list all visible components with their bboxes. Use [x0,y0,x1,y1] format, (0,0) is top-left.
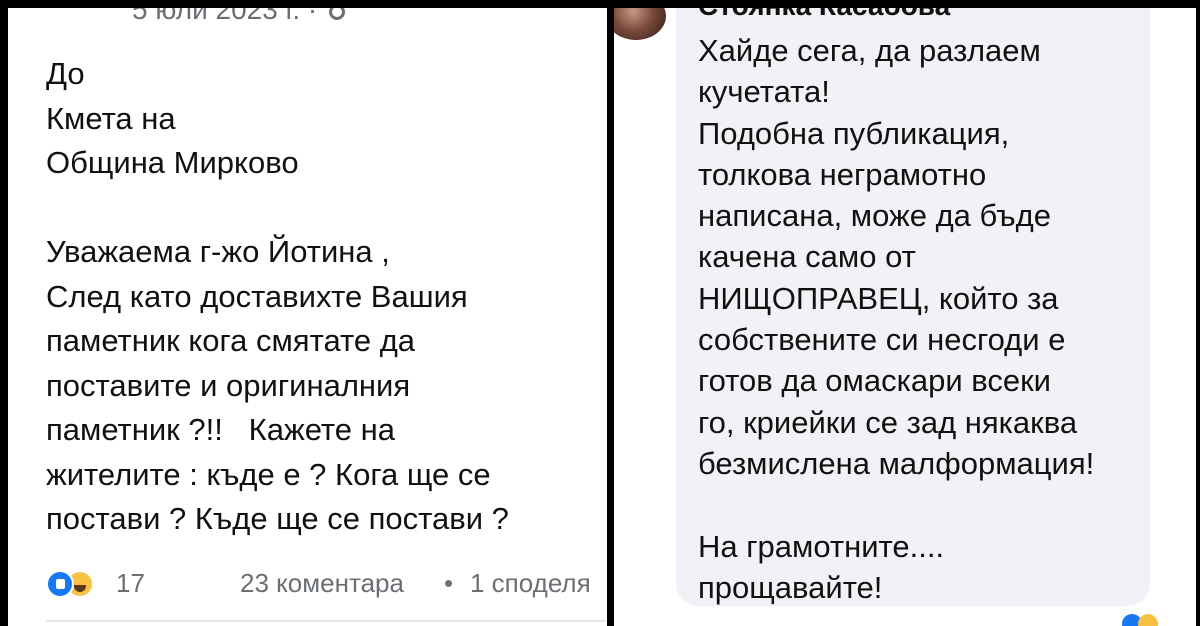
separator-dot: • [444,568,454,598]
post-timestamp[interactable]: 5 юли 2023 г. · [132,8,346,26]
comment-line: готов да омаскари всеки [698,363,1051,399]
comment-line: прощавайте! [698,569,883,605]
post-line [46,186,606,231]
comment-line: качена само от [698,239,916,275]
comment-count-link[interactable]: 23 коментара [240,568,404,599]
comment-line: го, криейки се зад някаква [698,404,1078,440]
reaction-count[interactable]: 17 [116,568,145,599]
comment-line: толкова неграмотно [698,156,987,192]
comment-reactions[interactable] [1122,614,1162,626]
comment-line: Хайде сега, да разлаем [698,33,1041,68]
post-line: Община Мирково [46,145,299,180]
comment-line: написана, може да бъде [698,198,1051,234]
comment-line: Подобна публикация, [698,115,1010,151]
post-body: До Кмета на Община Мирково Уважаема г-жо… [46,52,606,542]
facebook-post: 5 юли 2023 г. · До Кмета на Община Мирко… [8,8,607,626]
comment-line: собствените си несгоди е [698,322,1066,358]
comment-line [698,484,1158,525]
post-line: паметник кога смятате да [46,323,416,358]
divider [46,620,606,622]
post-date-text: 5 юли 2023 г. · [132,8,318,25]
post-line: Кмета на [46,100,176,136]
comment-line: НИЩОПРАВЕЦ, който за [698,280,1059,316]
comment-author-name[interactable]: Стоянка Касабова [698,8,950,22]
post-line: постави ? Къде ще се постави ? [46,501,509,536]
reactions-summary[interactable] [46,570,116,600]
haha-icon [1138,614,1158,626]
post-line: След като доставихте Вашия [46,278,468,314]
post-line: поставите и оригиналния [46,367,411,403]
share-count-link[interactable]: 1 споделя [470,568,591,599]
comment-panel: Стоянка Касабова Хайде сега, да разлаем … [614,8,1196,626]
avatar[interactable] [614,8,666,40]
post-line: паметник ?!! Кажете на [46,412,395,447]
comment-line: безмислена малформация! [698,445,1095,481]
globe-icon [329,8,346,20]
post-line: жителите : къде е ? Кога ще се [46,456,491,492]
post-footer: 17 23 коментара • 1 споделя [46,564,606,604]
post-line: До [46,56,85,91]
like-icon [46,570,74,598]
post-line: Уважаема г-жо Йотина , [46,234,390,269]
comment-line: кучетата! [698,74,830,110]
comment-body: Хайде сега, да разлаем кучетата! Подобна… [698,30,1158,608]
comment-line: На грамотните.... [698,528,945,564]
